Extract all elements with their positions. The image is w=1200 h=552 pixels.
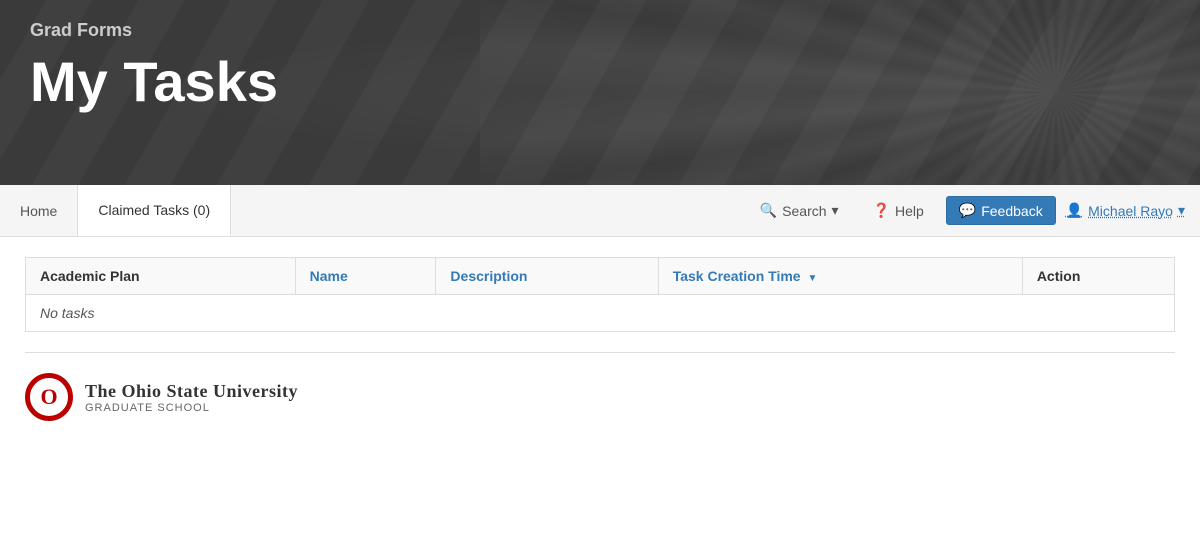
col-task-creation-time[interactable]: Task Creation Time ▼ xyxy=(658,258,1022,295)
university-name: The Ohio State University xyxy=(85,381,298,402)
page-title: My Tasks xyxy=(30,49,1170,114)
feedback-button[interactable]: 💬 Feedback xyxy=(946,196,1056,225)
feedback-icon: 💬 xyxy=(959,202,976,219)
tasks-table: Academic Plan Name Description Task Crea… xyxy=(25,257,1175,332)
user-name: Michael Rayo xyxy=(1088,203,1173,219)
page-footer: O The Ohio State University Graduate Sch… xyxy=(0,353,1200,441)
search-dropdown-arrow: ▾ xyxy=(832,202,839,219)
help-button[interactable]: ❓ Help xyxy=(861,196,936,225)
col-name[interactable]: Name xyxy=(295,258,436,295)
university-text: The Ohio State University Graduate Schoo… xyxy=(85,381,298,414)
col-description-label: Description xyxy=(450,268,527,284)
table-header-row: Academic Plan Name Description Task Crea… xyxy=(26,258,1175,295)
school-name: Graduate School xyxy=(85,402,298,414)
col-name-label: Name xyxy=(310,268,348,284)
col-action: Action xyxy=(1022,258,1174,295)
osu-circle-logo: O xyxy=(25,373,73,421)
university-logo: O The Ohio State University Graduate Sch… xyxy=(25,373,298,421)
navigation-bar: Home Claimed Tasks (0) 🔍 Search ▾ ❓ Help… xyxy=(0,185,1200,237)
user-menu-button[interactable]: 👤 Michael Rayo ▾ xyxy=(1066,202,1185,219)
feedback-label: Feedback xyxy=(981,203,1042,219)
user-dropdown-arrow: ▾ xyxy=(1178,202,1185,219)
sort-arrow-icon: ▼ xyxy=(807,273,817,284)
col-task-creation-time-label: Task Creation Time xyxy=(673,268,801,284)
help-label: Help xyxy=(895,203,924,219)
logo-letter: O xyxy=(40,384,57,410)
user-icon: 👤 xyxy=(1066,202,1083,219)
main-content: Academic Plan Name Description Task Crea… xyxy=(0,237,1200,352)
col-description[interactable]: Description xyxy=(436,258,658,295)
nav-left: Home Claimed Tasks (0) xyxy=(0,185,733,236)
nav-right: 🔍 Search ▾ ❓ Help 💬 Feedback 👤 Michael R… xyxy=(733,185,1200,236)
app-name: Grad Forms xyxy=(30,20,1170,41)
empty-message: No tasks xyxy=(26,295,1175,332)
table-row-empty: No tasks xyxy=(26,295,1175,332)
page-header: Grad Forms My Tasks xyxy=(0,0,1200,185)
nav-home[interactable]: Home xyxy=(0,185,78,236)
search-icon: 🔍 xyxy=(760,202,777,219)
search-button[interactable]: 🔍 Search ▾ xyxy=(748,196,851,225)
table-body: No tasks xyxy=(26,295,1175,332)
table-header: Academic Plan Name Description Task Crea… xyxy=(26,258,1175,295)
nav-claimed-tasks[interactable]: Claimed Tasks (0) xyxy=(78,185,231,236)
search-label: Search xyxy=(782,203,826,219)
col-academic-plan: Academic Plan xyxy=(26,258,296,295)
help-icon: ❓ xyxy=(873,202,890,219)
